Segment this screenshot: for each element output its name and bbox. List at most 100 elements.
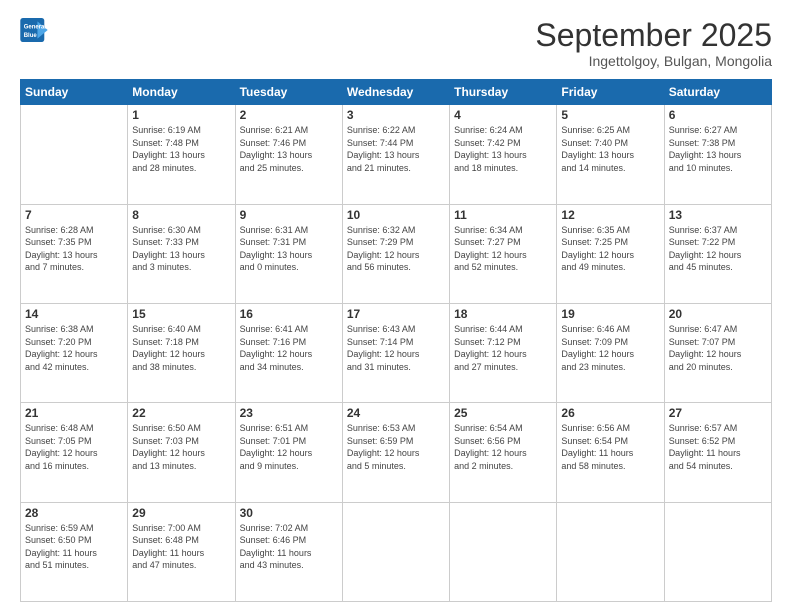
day-number: 4 [454,108,552,122]
cell-text: Daylight: 11 hours [669,447,767,460]
cell-text: Sunset: 7:40 PM [561,137,659,150]
cell-text: Sunset: 6:50 PM [25,534,123,547]
day-number: 11 [454,208,552,222]
cell-text: Daylight: 12 hours [561,249,659,262]
cell-text: Sunset: 7:44 PM [347,137,445,150]
cell-text: Sunset: 6:48 PM [132,534,230,547]
cell-text: and 38 minutes. [132,361,230,374]
week-row-5: 28Sunrise: 6:59 AMSunset: 6:50 PMDayligh… [21,502,772,601]
table-cell: 1Sunrise: 6:19 AMSunset: 7:48 PMDaylight… [128,105,235,204]
cell-text: Sunset: 7:09 PM [561,336,659,349]
table-cell: 3Sunrise: 6:22 AMSunset: 7:44 PMDaylight… [342,105,449,204]
cell-text: Sunrise: 6:28 AM [25,224,123,237]
table-cell: 18Sunrise: 6:44 AMSunset: 7:12 PMDayligh… [450,303,557,402]
cell-text: Sunset: 7:12 PM [454,336,552,349]
day-number: 9 [240,208,338,222]
cell-text: Sunset: 7:33 PM [132,236,230,249]
cell-text: Sunrise: 6:59 AM [25,522,123,535]
table-cell [450,502,557,601]
page: General Blue September 2025 Ingettolgoy,… [0,0,792,612]
cell-text: Sunset: 6:56 PM [454,435,552,448]
cell-text: Daylight: 12 hours [132,447,230,460]
day-number: 2 [240,108,338,122]
table-cell: 25Sunrise: 6:54 AMSunset: 6:56 PMDayligh… [450,403,557,502]
cell-text: Sunrise: 6:30 AM [132,224,230,237]
cell-text: and 25 minutes. [240,162,338,175]
week-row-3: 14Sunrise: 6:38 AMSunset: 7:20 PMDayligh… [21,303,772,402]
cell-text: Sunrise: 6:34 AM [454,224,552,237]
cell-text: Sunrise: 6:19 AM [132,124,230,137]
cell-text: and 2 minutes. [454,460,552,473]
col-saturday: Saturday [664,80,771,105]
cell-text: Sunrise: 6:48 AM [25,422,123,435]
cell-text: Sunrise: 6:35 AM [561,224,659,237]
table-cell: 2Sunrise: 6:21 AMSunset: 7:46 PMDaylight… [235,105,342,204]
cell-text: Sunset: 7:07 PM [669,336,767,349]
day-number: 24 [347,406,445,420]
svg-text:Blue: Blue [24,33,38,39]
day-number: 19 [561,307,659,321]
cell-text: Daylight: 12 hours [240,447,338,460]
day-number: 6 [669,108,767,122]
cell-text: and 3 minutes. [132,261,230,274]
week-row-2: 7Sunrise: 6:28 AMSunset: 7:35 PMDaylight… [21,204,772,303]
cell-text: Sunset: 7:25 PM [561,236,659,249]
cell-text: and 43 minutes. [240,559,338,572]
col-wednesday: Wednesday [342,80,449,105]
table-cell [342,502,449,601]
cell-text: and 18 minutes. [454,162,552,175]
day-number: 21 [25,406,123,420]
cell-text: Sunrise: 6:32 AM [347,224,445,237]
cell-text: and 47 minutes. [132,559,230,572]
table-cell: 19Sunrise: 6:46 AMSunset: 7:09 PMDayligh… [557,303,664,402]
cell-text: Sunrise: 6:43 AM [347,323,445,336]
cell-text: Daylight: 13 hours [669,149,767,162]
table-cell: 21Sunrise: 6:48 AMSunset: 7:05 PMDayligh… [21,403,128,502]
cell-text: and 5 minutes. [347,460,445,473]
cell-text: Sunrise: 6:37 AM [669,224,767,237]
cell-text: and 23 minutes. [561,361,659,374]
col-monday: Monday [128,80,235,105]
day-number: 13 [669,208,767,222]
table-cell: 27Sunrise: 6:57 AMSunset: 6:52 PMDayligh… [664,403,771,502]
title-block: September 2025 Ingettolgoy, Bulgan, Mong… [535,18,772,69]
cell-text: Sunrise: 6:40 AM [132,323,230,336]
cell-text: Sunset: 7:22 PM [669,236,767,249]
cell-text: Sunset: 7:20 PM [25,336,123,349]
cell-text: Sunrise: 6:47 AM [669,323,767,336]
day-number: 20 [669,307,767,321]
cell-text: Sunset: 6:52 PM [669,435,767,448]
cell-text: Sunset: 7:31 PM [240,236,338,249]
cell-text: Sunrise: 6:57 AM [669,422,767,435]
cell-text: Sunrise: 6:27 AM [669,124,767,137]
cell-text: Daylight: 11 hours [561,447,659,460]
cell-text: Daylight: 12 hours [347,249,445,262]
table-cell: 30Sunrise: 7:02 AMSunset: 6:46 PMDayligh… [235,502,342,601]
cell-text: Daylight: 12 hours [347,348,445,361]
week-row-1: 1Sunrise: 6:19 AMSunset: 7:48 PMDaylight… [21,105,772,204]
cell-text: Daylight: 13 hours [25,249,123,262]
day-number: 16 [240,307,338,321]
cell-text: and 7 minutes. [25,261,123,274]
cell-text: Sunrise: 6:31 AM [240,224,338,237]
cell-text: Sunrise: 7:02 AM [240,522,338,535]
col-tuesday: Tuesday [235,80,342,105]
day-number: 12 [561,208,659,222]
cell-text: Sunset: 6:59 PM [347,435,445,448]
cell-text: Daylight: 12 hours [347,447,445,460]
cell-text: Daylight: 12 hours [25,447,123,460]
table-cell: 17Sunrise: 6:43 AMSunset: 7:14 PMDayligh… [342,303,449,402]
cell-text: Daylight: 11 hours [132,547,230,560]
cell-text: Daylight: 11 hours [25,547,123,560]
cell-text: Sunrise: 6:53 AM [347,422,445,435]
cell-text: Daylight: 13 hours [240,149,338,162]
day-number: 10 [347,208,445,222]
day-number: 15 [132,307,230,321]
cell-text: Sunrise: 6:44 AM [454,323,552,336]
cell-text: and 9 minutes. [240,460,338,473]
cell-text: and 42 minutes. [25,361,123,374]
table-cell: 4Sunrise: 6:24 AMSunset: 7:42 PMDaylight… [450,105,557,204]
cell-text: Sunrise: 6:38 AM [25,323,123,336]
cell-text: Sunrise: 6:22 AM [347,124,445,137]
cell-text: Sunrise: 6:50 AM [132,422,230,435]
